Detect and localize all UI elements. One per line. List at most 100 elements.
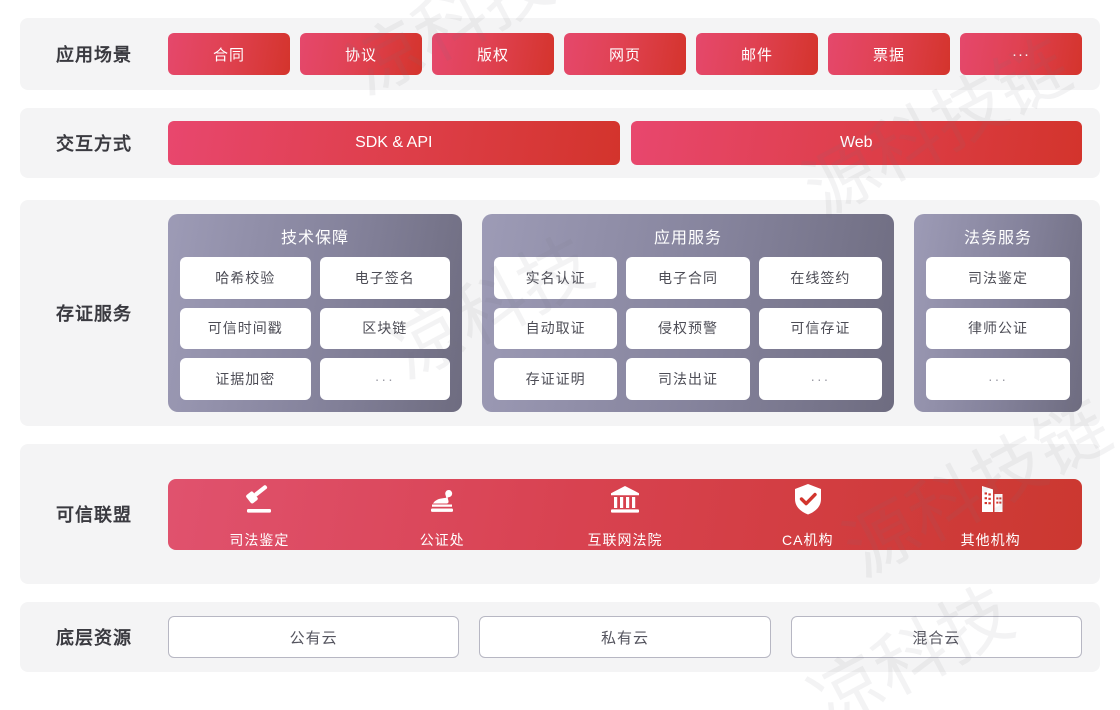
service-chip-automatic-evidence-collection[interactable]: 自动取证 [494,307,618,350]
infra-box-private-cloud[interactable]: 私有云 [479,616,771,658]
service-chip-label: 在线签约 [790,269,851,286]
infra-box-label: 混合云 [912,629,961,647]
service-chip-label: 律师公证 [968,320,1028,337]
service-chip-more[interactable]: ··· [758,358,882,400]
service-chip-label: 哈希校验 [215,269,276,286]
architecture-diagram: 应用场景 合同 协议 版权 网页 邮件 票据 ··· 交互方式 SDK & AP… [0,0,1120,710]
service-chip-label: 侵权预警 [657,320,718,337]
alliance-item-label: 司法鉴定 [229,531,290,548]
service-chip-electronic-signature[interactable]: 电子签名 [319,257,450,299]
service-chip-online-signing[interactable]: 在线签约 [758,257,882,299]
alliance-item-label: CA机构 [782,531,834,548]
service-chip-electronic-contract[interactable]: 电子合同 [626,257,750,299]
service-chip-label: ··· [810,371,831,388]
row-interaction-methods: 交互方式 SDK & API Web [20,108,1100,178]
service-chip-label: 电子合同 [657,269,718,286]
scenario-pill-agreement[interactable]: 协议 [300,33,422,75]
scenario-pill-webpage[interactable]: 网页 [564,33,686,75]
alliance-item-judicial-appraisal[interactable]: 司法鉴定 [204,479,314,550]
alliance-item-other-institutions[interactable]: 其他机构 [936,479,1046,550]
alliance-item-internet-court[interactable]: 互联网法院 [570,479,680,550]
service-chip-label: 区块链 [362,320,408,337]
service-chip-trusted-evidence-storage[interactable]: 可信存证 [758,307,882,350]
courthouse-icon [605,479,645,519]
infra-box-public-cloud[interactable]: 公有云 [168,616,460,658]
scenario-pill-email[interactable]: 邮件 [696,33,818,75]
service-chip-label: 自动取证 [525,320,586,337]
service-chip-judicial-certification[interactable]: 司法出证 [626,358,750,400]
alliance-item-label: 其他机构 [960,531,1021,548]
scenario-pill-contract[interactable]: 合同 [168,33,290,75]
service-chip-grid: 哈希校验 电子签名 可信时间戳 区块链 证据加密 ··· [180,257,450,400]
shield-check-icon [788,479,828,519]
service-chip-real-name-authentication[interactable]: 实名认证 [494,257,618,299]
alliance-item-notary-office[interactable]: 公证处 [387,479,497,550]
service-group-technical-assurance: 技术保障 哈希校验 电子签名 可信时间戳 区块链 证据加密 ··· [168,214,462,412]
service-group-title: 应用服务 [653,230,722,247]
infra-box-hybrid-cloud[interactable]: 混合云 [790,616,1082,658]
service-chip-more[interactable]: ··· [319,358,450,400]
infra-box-label: 私有云 [600,629,649,647]
alliance-banner: 司法鉴定 公证处 互联网法院 CA机构 其他机构 [168,478,1082,550]
row-infrastructure-resources: 底层资源 公有云 私有云 混合云 [20,602,1100,672]
scenario-pill-label: ··· [1012,45,1030,63]
service-chip-evidence-certificate[interactable]: 存证证明 [494,358,618,400]
interaction-bar-label: Web [839,134,873,151]
service-chip-label: 证据加密 [215,371,276,388]
row-label-application-scenarios: 应用场景 [56,45,132,65]
stamp-icon [422,479,462,519]
service-chip-label: ··· [374,371,395,388]
scenario-pill-more[interactable]: ··· [960,33,1082,75]
scenario-pill-label: 票据 [872,46,905,64]
service-chip-label: 电子签名 [354,269,415,286]
row-label-trusted-alliance: 可信联盟 [56,505,132,525]
service-chip-label: 可信存证 [790,320,851,337]
row-label-interaction-methods: 交互方式 [56,134,132,154]
scenario-pill-label: 协议 [344,46,377,64]
alliance-item-label: 公证处 [419,531,465,548]
service-chip-blockchain[interactable]: 区块链 [319,307,450,350]
gavel-icon [239,479,279,519]
service-chip-label: 可信时间戳 [207,320,283,337]
interaction-bar-list: SDK & API Web [168,121,1100,165]
interaction-bar-sdk-api[interactable]: SDK & API [168,121,620,165]
service-chip-trusted-timestamp[interactable]: 可信时间戳 [180,307,311,350]
row-evidence-services: 存证服务 技术保障 哈希校验 电子签名 可信时间戳 区块链 证据加密 ··· 应… [20,200,1100,426]
service-chip-label: 实名认证 [525,269,586,286]
service-chip-label: 司法鉴定 [968,269,1028,286]
scenario-pill-list: 合同 协议 版权 网页 邮件 票据 ··· [168,33,1100,75]
scenario-pill-copyright[interactable]: 版权 [432,33,554,75]
service-chip-evidence-encryption[interactable]: 证据加密 [180,358,311,400]
service-group-title: 技术保障 [280,230,349,247]
service-group-list: 技术保障 哈希校验 电子签名 可信时间戳 区块链 证据加密 ··· 应用服务 实… [168,200,1100,426]
service-chip-more[interactable]: ··· [926,358,1070,400]
service-group-title: 法务服务 [963,230,1032,247]
service-chip-infringement-alert[interactable]: 侵权预警 [626,307,750,350]
alliance-banner-wrapper: 司法鉴定 公证处 互联网法院 CA机构 其他机构 [168,444,1100,584]
scenario-pill-label: 邮件 [740,46,773,64]
service-chip-label: 存证证明 [525,371,586,388]
service-group-legal-services: 法务服务 司法鉴定 律师公证 ··· [914,214,1082,412]
service-chip-lawyer-notarization[interactable]: 律师公证 [926,307,1070,350]
alliance-item-label: 互联网法院 [587,531,663,548]
alliance-item-ca-authority[interactable]: CA机构 [753,479,863,550]
service-chip-judicial-appraisal[interactable]: 司法鉴定 [926,257,1070,299]
row-application-scenarios: 应用场景 合同 协议 版权 网页 邮件 票据 ··· [20,18,1100,90]
scenario-pill-label: 网页 [608,46,641,64]
interaction-bar-label: SDK & API [355,134,433,151]
service-chip-hash-verification[interactable]: 哈希校验 [180,257,311,299]
service-group-application-services: 应用服务 实名认证 电子合同 在线签约 自动取证 侵权预警 可信存证 存证证明 … [482,214,894,412]
service-chip-label: 司法出证 [657,371,718,388]
row-label-evidence-services: 存证服务 [56,304,132,324]
infrastructure-box-list: 公有云 私有云 混合云 [168,616,1100,658]
row-trusted-alliance: 可信联盟 司法鉴定 公证处 互联网法院 CA机构 其他机构 [20,444,1100,584]
scenario-pill-label: 合同 [212,46,245,64]
scenario-pill-bill[interactable]: 票据 [828,33,950,75]
service-chip-grid: 司法鉴定 律师公证 ··· [926,257,1070,400]
interaction-bar-web[interactable]: Web [630,121,1082,165]
row-label-infrastructure-resources: 底层资源 [56,628,132,648]
service-chip-grid: 实名认证 电子合同 在线签约 自动取证 侵权预警 可信存证 存证证明 司法出证 … [494,257,882,400]
service-chip-label: ··· [988,371,1008,388]
buildings-icon [971,479,1011,519]
infra-box-label: 公有云 [289,629,338,647]
